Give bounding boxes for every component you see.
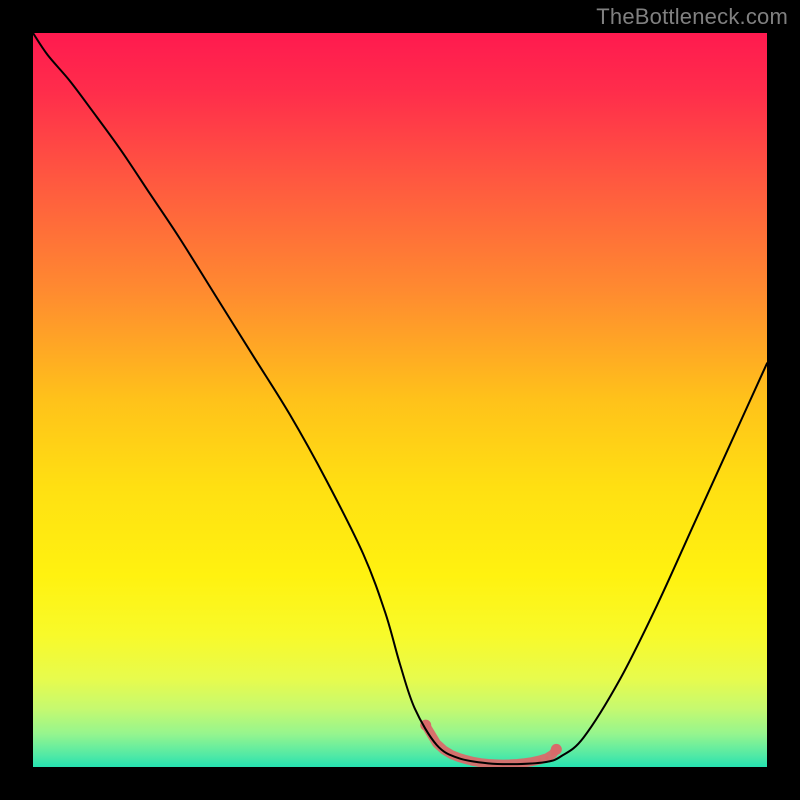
valley-marker-dot (545, 756, 548, 759)
plot-area (33, 33, 767, 767)
valley-marker-dot (551, 753, 554, 756)
chart-svg (33, 33, 767, 767)
valley-marker-dot (555, 748, 558, 751)
watermark-text: TheBottleneck.com (596, 4, 788, 30)
gradient-background (33, 33, 767, 767)
chart-frame: TheBottleneck.com (0, 0, 800, 800)
valley-marker-dot (538, 758, 541, 761)
